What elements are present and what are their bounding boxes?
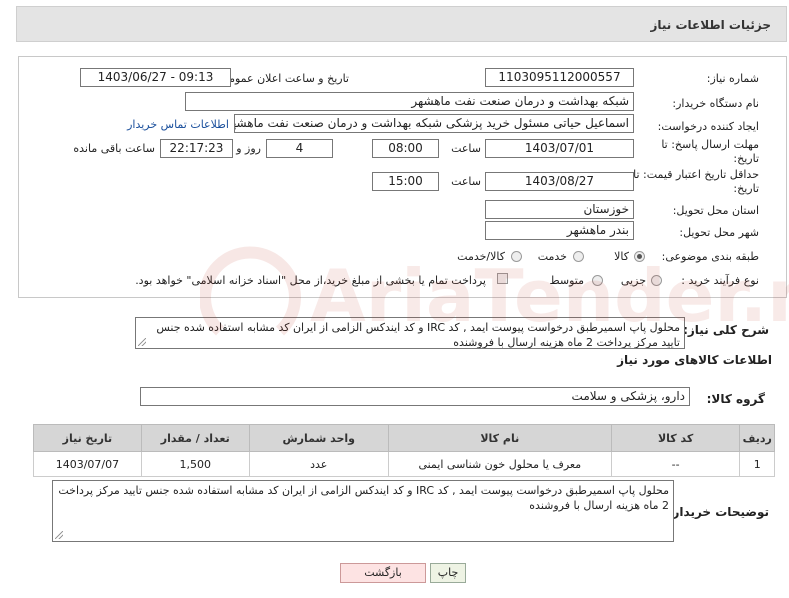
- goods-table-header: ردیف کد کالا نام کالا واحد شمارش تعداد /…: [33, 424, 775, 452]
- remaining-time-label: ساعت باقی مانده: [73, 142, 155, 155]
- cell-quantity: 1,500: [140, 451, 250, 477]
- goods-table: ردیف کد کالا نام کالا واحد شمارش تعداد /…: [33, 424, 775, 477]
- days-remaining-field[interactable]: 4: [266, 139, 333, 158]
- validity-label: حداقل تاریخ اعتبار قیمت: تا: [633, 168, 759, 181]
- validity-time-field[interactable]: 15:00: [372, 172, 439, 191]
- resize-handle-icon[interactable]: [55, 531, 63, 539]
- description-label: شرح کلی نیاز:: [683, 323, 769, 337]
- buyer-org-label: نام دستگاه خریدار:: [672, 97, 759, 110]
- remaining-time-field[interactable]: 22:17:23: [160, 139, 233, 158]
- treasury-payment-checkbox[interactable]: [497, 273, 508, 284]
- col-quantity: تعداد / مقدار: [140, 424, 250, 452]
- need-number-label: شماره نیاز:: [706, 72, 759, 85]
- category-goods-label: کالا: [614, 250, 629, 263]
- deadline-time-label: ساعت: [451, 142, 481, 155]
- validity-date-field[interactable]: 1403/08/27: [485, 172, 634, 191]
- province-label: استان محل تحویل:: [672, 204, 759, 217]
- description-textarea[interactable]: محلول پاپ اسمیرطبق درخواست پیوست ایمد , …: [135, 317, 685, 349]
- category-label: طبقه بندی موضوعی:: [661, 250, 759, 263]
- description-text: محلول پاپ اسمیرطبق درخواست پیوست ایمد , …: [156, 321, 680, 349]
- buyer-notes-label: توضیحات خریدار:: [667, 505, 769, 519]
- cell-need-date: 1403/07/07: [33, 451, 142, 477]
- requester-label: ایجاد کننده درخواست:: [657, 120, 759, 133]
- process-label: نوع فرآیند خرید :: [681, 274, 759, 287]
- buyer-contact-link[interactable]: اطلاعات تماس خریدار: [127, 118, 229, 131]
- deadline-label: مهلت ارسال پاسخ: تا: [661, 138, 759, 151]
- process-medium-radio[interactable]: [592, 275, 603, 286]
- deadline-time-field[interactable]: 08:00: [372, 139, 439, 158]
- print-button[interactable]: چاپ: [430, 563, 466, 583]
- deadline-label-date: تاریخ:: [733, 152, 759, 165]
- process-minor-radio[interactable]: [651, 275, 662, 286]
- need-number-field[interactable]: 1103095112000557: [485, 68, 634, 87]
- validity-label-date: تاریخ:: [733, 182, 759, 195]
- cell-goods-name: معرف یا محلول خون شناسی ایمنی: [387, 451, 612, 477]
- cell-row-number: 1: [739, 451, 775, 477]
- col-row-number: ردیف: [739, 424, 775, 452]
- goods-section-title: اطلاعات کالاهای مورد نیاز: [617, 353, 772, 367]
- buyer-notes-text: محلول پاپ اسمیرطبق درخواست پیوست ایمد , …: [58, 484, 669, 512]
- col-goods-code: کد کالا: [610, 424, 741, 452]
- page-title: جزئیات اطلاعات نیاز: [650, 18, 771, 32]
- deadline-date-field[interactable]: 1403/07/01: [485, 139, 634, 158]
- category-goods-service-label: کالا/خدمت: [457, 250, 505, 263]
- category-service-label: خدمت: [537, 250, 567, 263]
- province-field[interactable]: خوزستان: [485, 200, 634, 219]
- city-field[interactable]: بندر ماهشهر: [485, 221, 634, 240]
- cell-unit: عدد: [248, 451, 389, 477]
- treasury-payment-note: پرداخت تمام یا بخشی از مبلغ خرید،از محل …: [135, 274, 486, 287]
- category-goods-service-radio[interactable]: [511, 251, 522, 262]
- category-goods-radio[interactable]: [634, 251, 645, 262]
- goods-group-field[interactable]: دارو، پزشکی و سلامت: [140, 387, 690, 406]
- announce-datetime-label: تاریخ و ساعت اعلان عمومی:: [216, 72, 349, 85]
- buyer-notes-textarea[interactable]: محلول پاپ اسمیرطبق درخواست پیوست ایمد , …: [52, 480, 674, 542]
- buyer-org-field[interactable]: شبکه بهداشت و درمان صنعت نفت ماهشهر: [185, 92, 634, 111]
- announce-datetime-field[interactable]: 1403/06/27 - 09:13: [80, 68, 231, 87]
- goods-group-label: گروه کالا:: [706, 392, 765, 406]
- page-header: جزئیات اطلاعات نیاز: [16, 6, 787, 42]
- resize-handle-icon[interactable]: [138, 338, 146, 346]
- process-medium-label: متوسط: [549, 274, 584, 287]
- requester-field[interactable]: اسماعیل حیاتی مسئول خرید پزشکی شبکه بهدا…: [234, 114, 634, 133]
- table-row[interactable]: 1 -- معرف یا محلول خون شناسی ایمنی عدد 1…: [33, 451, 775, 477]
- back-button[interactable]: بازگشت: [340, 563, 426, 583]
- col-need-date: تاریخ نیاز: [33, 424, 142, 452]
- category-service-radio[interactable]: [573, 251, 584, 262]
- days-label: روز و: [236, 142, 261, 155]
- process-minor-label: جزیی: [620, 274, 646, 287]
- cell-goods-code: --: [610, 451, 741, 477]
- col-unit: واحد شمارش: [248, 424, 389, 452]
- col-goods-name: نام کالا: [387, 424, 612, 452]
- validity-time-label: ساعت: [451, 175, 481, 188]
- city-label: شهر محل تحویل:: [679, 226, 759, 239]
